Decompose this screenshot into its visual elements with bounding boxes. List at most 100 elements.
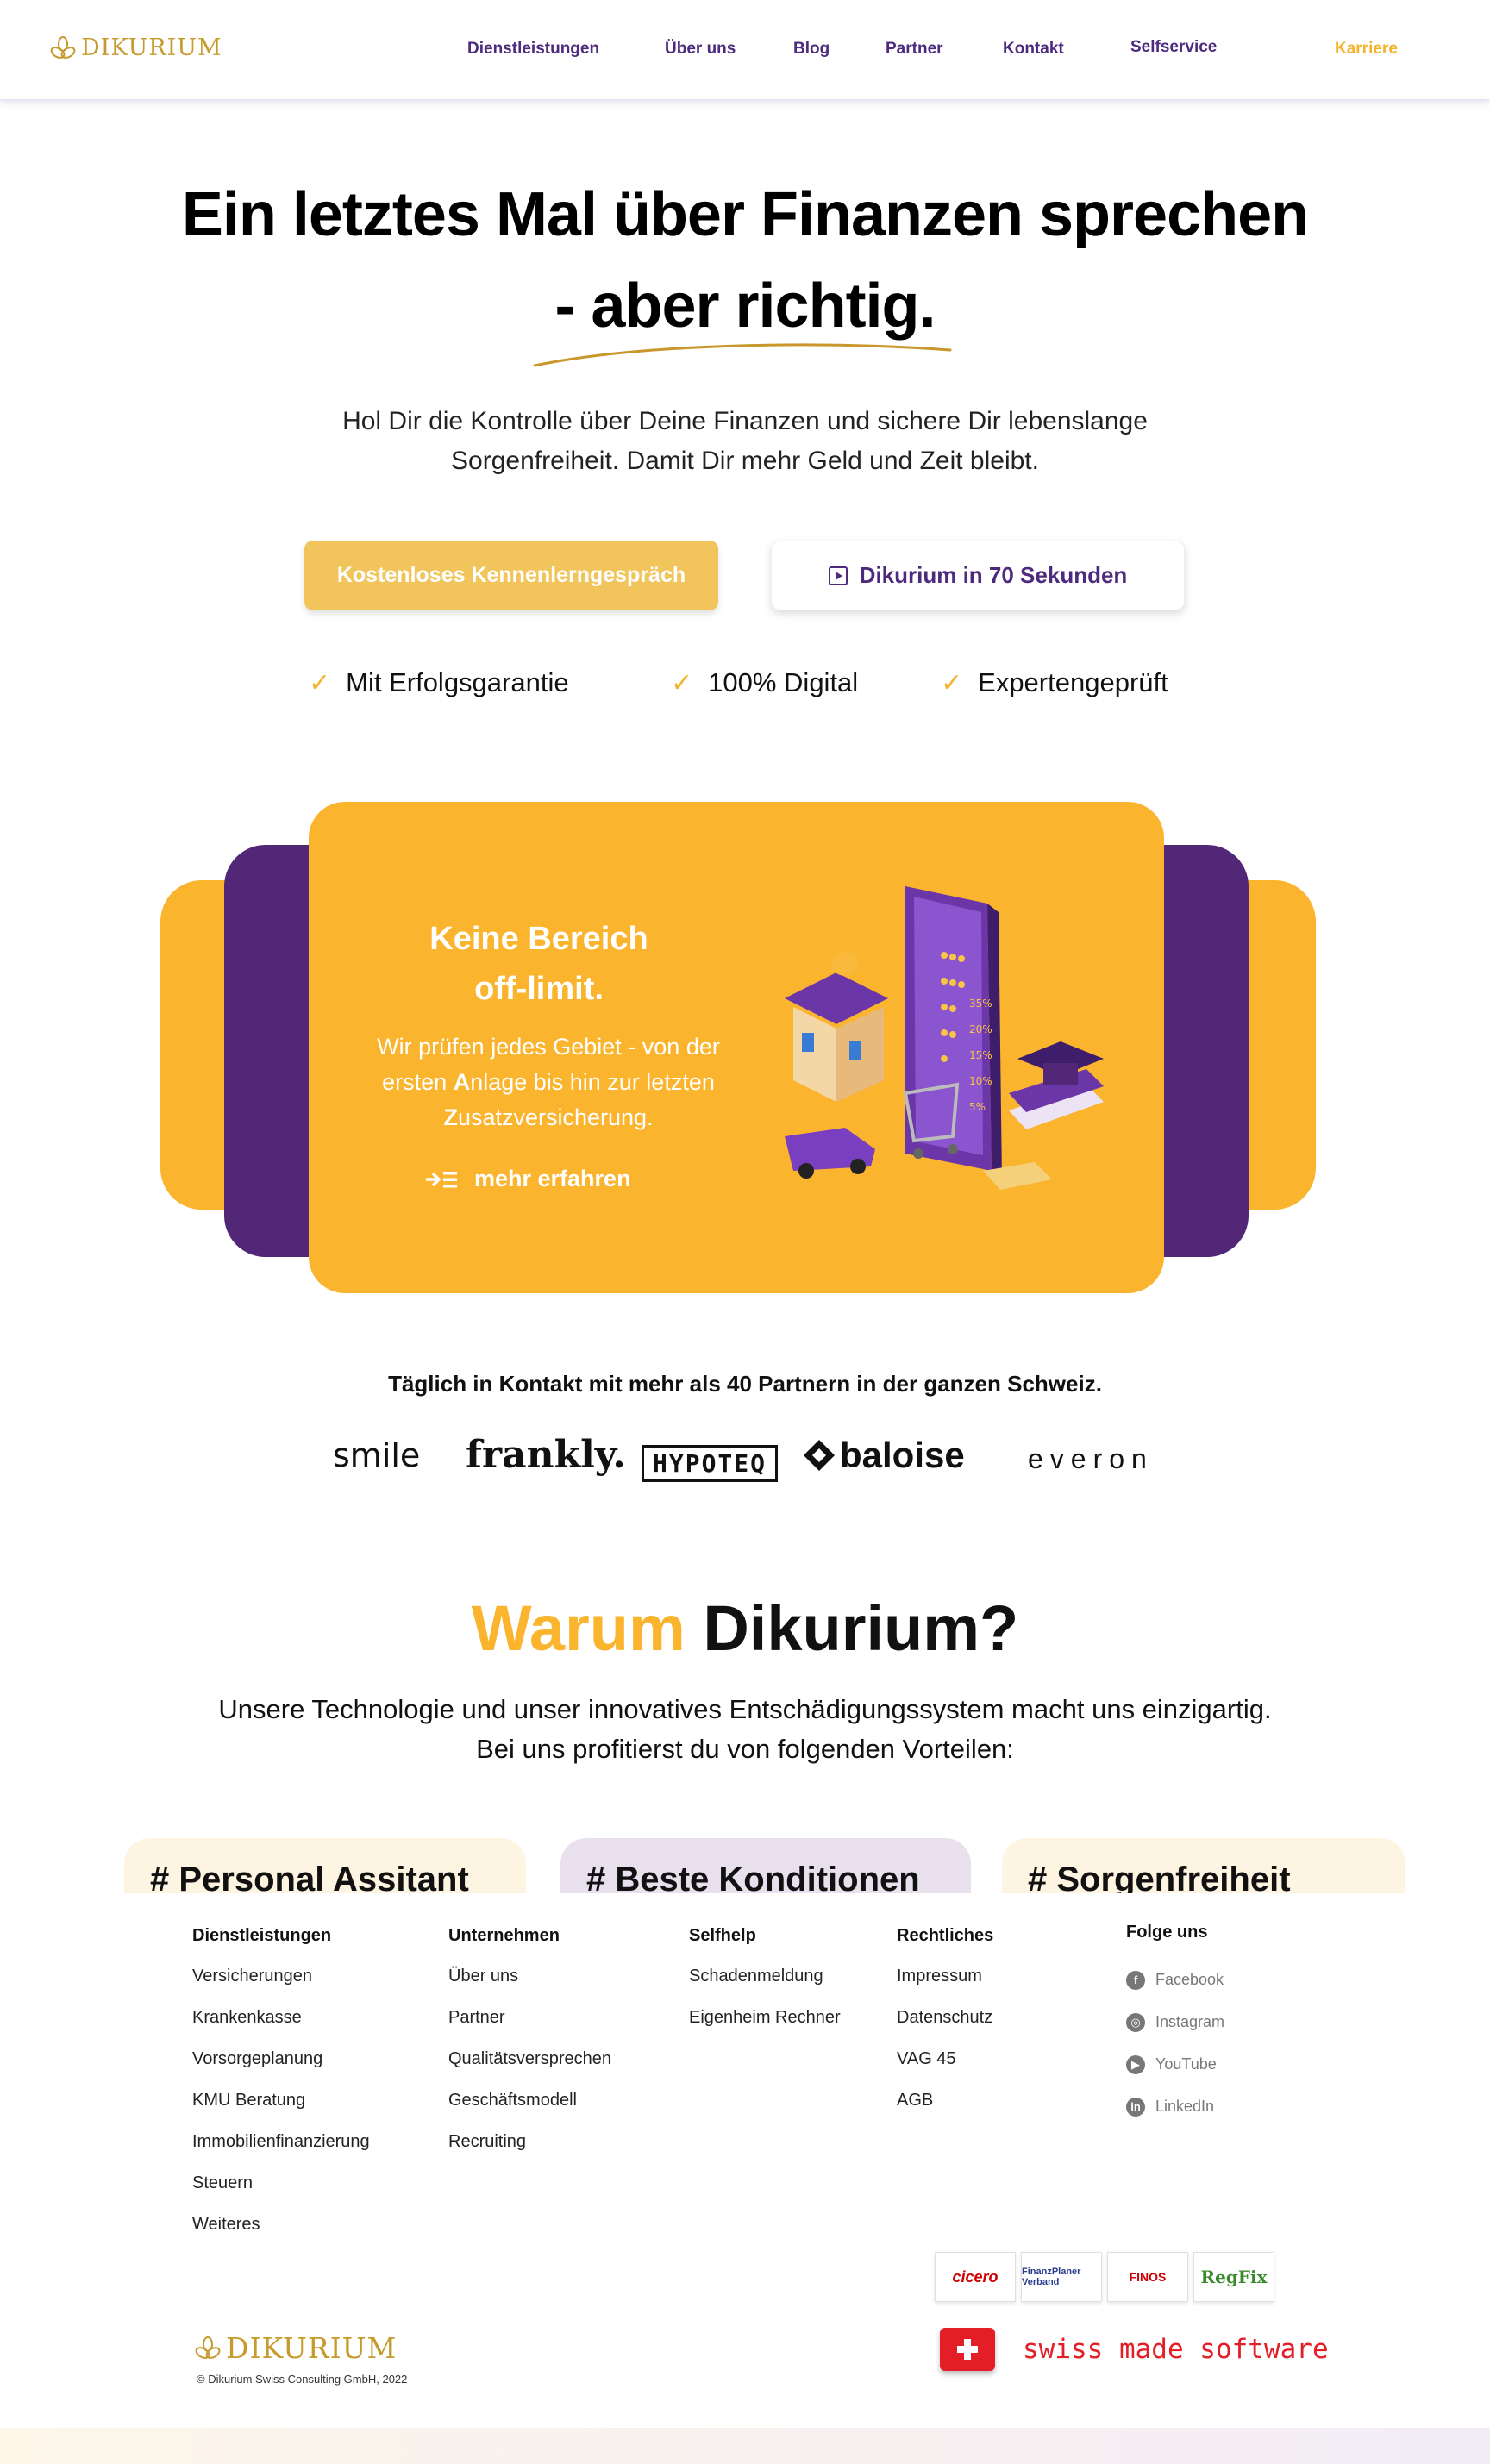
nav-ueber-uns[interactable]: Über uns [665,40,736,59]
footer-heading: Rechtliches [897,1926,994,1945]
partners-title: Täglich in Kontakt mit mehr als 40 Partn… [388,1371,1102,1397]
footer-link-eigenheim-rechner[interactable]: Eigenheim Rechner [689,2008,841,2049]
hero-title-line1: Ein letztes Mal über Finanzen sprechen [181,180,1309,249]
footer-link-kmu-beratung[interactable]: KMU Beratung [192,2091,370,2132]
usp-label: Expertengeprüft [978,667,1168,697]
why-dikurium-title: Warum Dikurium? [0,1592,1490,1665]
badge-finanzplaner-verband[interactable]: FinanzPlaner Verband [1021,2252,1102,2302]
footer-heading: Selfhelp [689,1926,756,1945]
tab-beste-konditionen[interactable]: # Beste Konditionen [560,1838,971,1893]
why-subtitle: Unsere Technologie und unser innovatives… [218,1694,1272,1764]
copyright-notice: © Dikurium Swiss Consulting GmbH, 2022 [197,2373,408,2386]
check-icon: ✓ [309,668,331,697]
tab-sorgenfreiheit[interactable]: # Sorgenfreiheit [1002,1838,1405,1893]
video-button-label: Dikurium in 70 Sekunden [859,562,1128,588]
footer-link-immobilienfinanzierung[interactable]: Immobilienfinanzierung [192,2132,370,2173]
footer-link-steuern[interactable]: Steuern [192,2173,370,2215]
instagram-icon: ◎ [1126,2012,1145,2032]
youtube-icon: ▶ [1126,2054,1145,2074]
facebook-icon: f [1126,1970,1145,1990]
baloise-wordmark: baloise [840,1435,965,1475]
brand-name: DIKURIUM [226,2331,398,2365]
baloise-diamond-icon [804,1440,835,1471]
social-label: Facebook [1155,1971,1224,1988]
check-icon: ✓ [941,668,963,697]
partner-logo-everon: everon [1028,1443,1154,1474]
badge-finos[interactable]: FINOS [1107,2252,1188,2302]
footer-link-agb[interactable]: AGB [897,2091,993,2132]
footer-link-weiteres[interactable]: Weiteres [192,2215,370,2256]
footer-link-impressum[interactable]: Impressum [897,1967,993,2008]
footer-link-krankenkasse[interactable]: Krankenkasse [192,2008,370,2049]
usp-expertengeprueft: ✓ Expertengeprüft [941,667,1168,698]
nav-kontakt[interactable]: Kontakt [1003,40,1064,59]
tab-label: # Beste Konditionen [586,1861,920,1893]
footer-col-selfhelp: Selfhelp Schadenmeldung Eigenheim Rechne… [689,1926,841,2049]
svg-text:15%: 15% [969,1049,992,1061]
swiss-made-label: swiss made software [1023,2334,1329,2365]
footer-link-qualitaetsversprechen[interactable]: Qualitätsversprechen [448,2049,611,2091]
trefoil-logo-icon [50,35,76,59]
social-link-linkedin[interactable]: in LinkedIn [1126,2086,1224,2128]
tab-personal-assistant[interactable]: # Personal Assitant [124,1838,526,1893]
partner-logo-baloise: baloise [802,1435,965,1476]
finance-illustration-icon: 35% 20% 15% 10% 5% [785,886,1104,1190]
footer-link-partner[interactable]: Partner [448,2008,611,2049]
footer-link-vag45[interactable]: VAG 45 [897,2049,993,2091]
footer-link-versicherungen[interactable]: Versicherungen [192,1967,370,2008]
usp-digital: ✓ 100% Digital [671,667,858,698]
social-link-instagram[interactable]: ◎ Instagram [1126,2001,1224,2043]
footer-col-social: Folge uns f Facebook ◎ Instagram ▶ YouTu… [1126,1923,1224,2128]
video-70-sekunden-button[interactable]: Dikurium in 70 Sekunden [771,541,1185,610]
footer-link-ueber-uns[interactable]: Über uns [448,1967,611,2008]
feature-card-title-line1: Keine Bereich [429,921,648,957]
why-title-rest: Dikurium? [685,1592,1019,1664]
swiss-cross-icon [940,2328,995,2371]
play-icon [828,566,848,585]
mehr-erfahren-link[interactable]: mehr erfahren [424,1166,631,1192]
certification-badges: cicero FinanzPlaner Verband FINOS RegFix [935,2252,1274,2302]
partner-logo-smile: smile [333,1436,421,1474]
tab-label: # Personal Assitant [150,1861,469,1893]
hero-subtitle: Hol Dir die Kontrolle über Deine Finanze… [342,407,1148,475]
footer-col-unternehmen: Unternehmen Über uns Partner Qualitätsve… [448,1926,611,2173]
footer-link-geschaeftsmodell[interactable]: Geschäftsmodell [448,2091,611,2132]
badge-regfix[interactable]: RegFix [1193,2252,1274,2302]
svg-text:35%: 35% [969,997,992,1010]
linkedin-icon: in [1126,2097,1145,2117]
footer-col-dienstleistungen: Dienstleistungen Versicherungen Krankenk… [192,1926,370,2256]
footer-link-schadenmeldung[interactable]: Schadenmeldung [689,1967,841,2008]
why-title-accent: Warum [471,1592,686,1664]
social-label: YouTube [1155,2055,1217,2073]
social-label: Instagram [1155,2013,1225,2030]
title-underline-swoosh [533,343,952,367]
social-link-youtube[interactable]: ▶ YouTube [1126,2043,1224,2086]
kennenlerngespraech-button[interactable]: Kostenloses Kennenlerngespräch [304,541,718,610]
footer-brand-logo[interactable]: DIKURIUM [195,2331,397,2365]
nav-dienstleistungen[interactable]: Dienstleistungen [467,40,599,59]
nav-partner[interactable]: Partner [886,40,943,59]
footer-col-rechtliches: Rechtliches Impressum Datenschutz VAG 45… [897,1926,993,2132]
footer-heading: Folge uns [1126,1923,1208,1942]
footer-link-datenschutz[interactable]: Datenschutz [897,2008,993,2049]
svg-text:10%: 10% [969,1075,992,1087]
feature-card-text: Wir prüfen jedes Gebiet - von der ersten… [377,1034,720,1130]
footer-link-recruiting[interactable]: Recruiting [448,2132,611,2173]
nav-karriere[interactable]: Karriere [1335,40,1398,59]
bottom-gradient-strip [0,2428,1490,2464]
footer-link-vorsorgeplanung[interactable]: Vorsorgeplanung [192,2049,370,2091]
usp-label: 100% Digital [708,667,859,697]
social-link-facebook[interactable]: f Facebook [1126,1959,1224,2001]
badge-cicero[interactable]: cicero [935,2252,1016,2302]
nav-selfservice[interactable]: Selfservice [1130,38,1217,57]
trefoil-logo-icon [195,2336,221,2359]
brand-logo[interactable]: DIKURIUM [50,34,222,61]
partner-logo-frankly: frankly. [466,1433,626,1477]
swiss-made-software-badge[interactable]: swiss made software [940,2328,1329,2371]
arrow-list-icon [426,1171,457,1187]
nav-blog[interactable]: Blog [793,40,830,59]
hero-title-line2: - aber richtig. [554,272,936,341]
svg-text:5%: 5% [969,1101,986,1113]
footer-heading: Dienstleistungen [192,1926,332,1945]
usp-label: Mit Erfolgsgarantie [346,667,569,697]
